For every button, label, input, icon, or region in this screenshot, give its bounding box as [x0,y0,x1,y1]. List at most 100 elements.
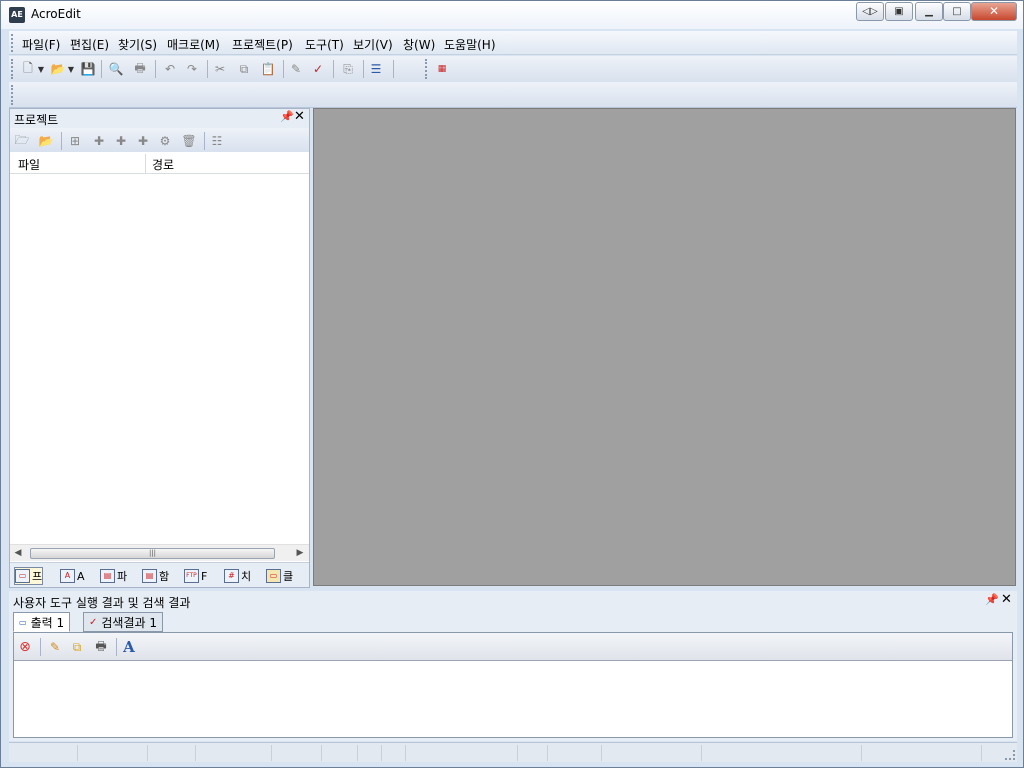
open-folder-icon[interactable]: 📂 [49,60,67,78]
toolbar-separator [61,132,62,150]
folder-icon: ▭ [15,569,30,583]
open-project-icon[interactable]: 📂 [37,132,55,150]
pin-icon[interactable]: 📌 [280,110,294,123]
copy-window-icon[interactable]: ▣ [885,2,913,21]
status-cell [77,745,78,761]
secondary-toolbar [9,82,1017,108]
tab-search-result-1[interactable]: ✓ 검색결과 1 [83,612,164,632]
menu-file[interactable]: 파일(F) [22,36,60,53]
add-file-icon[interactable]: ⊞ [66,132,84,150]
horizontal-scrollbar[interactable]: ◀ ||| ▶ [10,544,309,561]
status-cell [147,745,148,761]
project-column-header: 파일 경로 [10,154,309,174]
scroll-thumb[interactable]: ||| [30,548,275,559]
status-cell [195,745,196,761]
column-path[interactable]: 경로 [152,156,174,173]
paste-icon[interactable]: 📋 [259,60,277,78]
output-body: ⊗ ✎ ⧉ 🖶 A [13,632,1013,738]
add-remote-icon[interactable]: ⚙ [156,132,174,150]
print-icon[interactable]: 🖶 [131,60,149,78]
list-view-icon[interactable]: ☰ [367,60,385,78]
scroll-left-icon[interactable]: ◀ [10,545,26,561]
pin-icon[interactable]: 📌 [985,593,999,606]
new-project-icon[interactable]: 🗁 [13,132,31,150]
tab-clipboard[interactable]: ▭ 클 [266,567,293,585]
maximize-button[interactable]: □ [943,2,971,21]
status-cell [701,745,702,761]
editor-area[interactable] [313,108,1016,586]
toolbar-separator [207,60,208,78]
menu-project[interactable]: 프로젝트(P) [232,36,293,53]
toolbar-separator [333,60,334,78]
toolbar-grip-icon[interactable] [425,59,428,79]
resize-grip-icon[interactable] [1005,750,1015,760]
menu-window[interactable]: 창(W) [403,36,435,53]
calendar-icon[interactable]: ▦ [433,60,451,78]
properties-icon[interactable]: ☷ [208,132,226,150]
print-icon[interactable]: 🖶 [92,638,110,656]
new-file-icon[interactable]: 🗋 [19,60,37,78]
aero-snap-icon[interactable]: ◁▷ [856,2,884,21]
toolbar-grip-icon[interactable] [11,85,14,105]
status-cell [517,745,518,761]
menu-view[interactable]: 보기(V) [353,36,393,53]
output-text-area[interactable] [14,662,1012,737]
column-divider[interactable] [145,154,146,173]
search-result-icon: ✓ [89,616,98,628]
font-icon[interactable]: A [120,638,138,656]
toolbar-separator [363,60,364,78]
project-panel: 프로젝트 📌 ✕ 🗁 📂 ⊞ ✚ ✚ ✚ ⚙ 🗑 ☷ 파일 경로 ◀ ||| ▶ [9,108,310,588]
marker-icon[interactable]: ✎ [287,60,305,78]
stop-icon[interactable]: ⊗ [16,638,34,656]
project-panel-header: 프로젝트 📌 ✕ [10,109,309,128]
tab-project[interactable]: ▭ 프 [14,567,44,585]
tab-replace[interactable]: # 치 [224,567,251,585]
status-cell [381,745,382,761]
new-dropdown-icon[interactable]: ▼ [37,60,45,78]
copy-icon[interactable]: ⧉ [68,638,86,656]
add-item-icon[interactable]: ✚ [112,132,130,150]
file-list-icon: ▤ [100,569,115,583]
tab-ftp[interactable]: FTP F [184,567,207,585]
goto-icon[interactable]: ⎘ [339,60,357,78]
undo-icon[interactable]: ↶ [161,60,179,78]
minimize-button[interactable]: ▁ [915,2,943,21]
remove-item-icon[interactable]: 🗑 [180,132,198,150]
column-file[interactable]: 파일 [18,156,40,173]
tab-function[interactable]: ▤ 함 [142,567,169,585]
scroll-right-icon[interactable]: ▶ [292,545,308,561]
bookmark-icon[interactable]: ✓ [309,60,327,78]
toolbar-grip-icon[interactable] [11,59,14,79]
menu-tools[interactable]: 도구(T) [305,36,344,53]
tab-output-1[interactable]: ▭ 출력 1 [13,612,71,632]
window-title: AcroEdit [31,7,81,21]
clipboard-icon: ▭ [266,569,281,583]
save-icon[interactable]: 💾 [79,60,97,78]
add-folder-icon[interactable]: ✚ [90,132,108,150]
tab-font[interactable]: AA [60,567,85,585]
clear-icon[interactable]: ✎ [46,638,64,656]
tab-file-list[interactable]: ▤ 파 [100,567,127,585]
menubar-grip-icon[interactable] [11,34,14,52]
menu-edit[interactable]: 편집(E) [70,36,109,53]
ftp-icon: FTP [184,569,199,583]
cut-icon[interactable]: ✂ [211,60,229,78]
close-icon[interactable]: ✕ [294,109,305,124]
menu-find[interactable]: 찾기(S) [118,36,157,53]
close-button[interactable]: ✕ [971,2,1017,21]
status-cell [981,745,982,761]
close-icon[interactable]: ✕ [1001,592,1012,607]
status-cell [547,745,548,761]
copy-icon[interactable]: ⧉ [235,60,253,78]
output-icon: ▭ [19,617,27,627]
menu-macro[interactable]: 매크로(M) [167,36,220,53]
toolbar-separator [283,60,284,78]
toolbar-separator [155,60,156,78]
status-bar [9,742,1017,762]
menu-help[interactable]: 도움말(H) [444,36,496,53]
print-preview-icon[interactable]: 🔍 [107,60,125,78]
add-group-icon[interactable]: ✚ [134,132,152,150]
function-icon: ▤ [142,569,157,583]
redo-icon[interactable]: ↷ [183,60,201,78]
open-dropdown-icon[interactable]: ▼ [67,60,75,78]
